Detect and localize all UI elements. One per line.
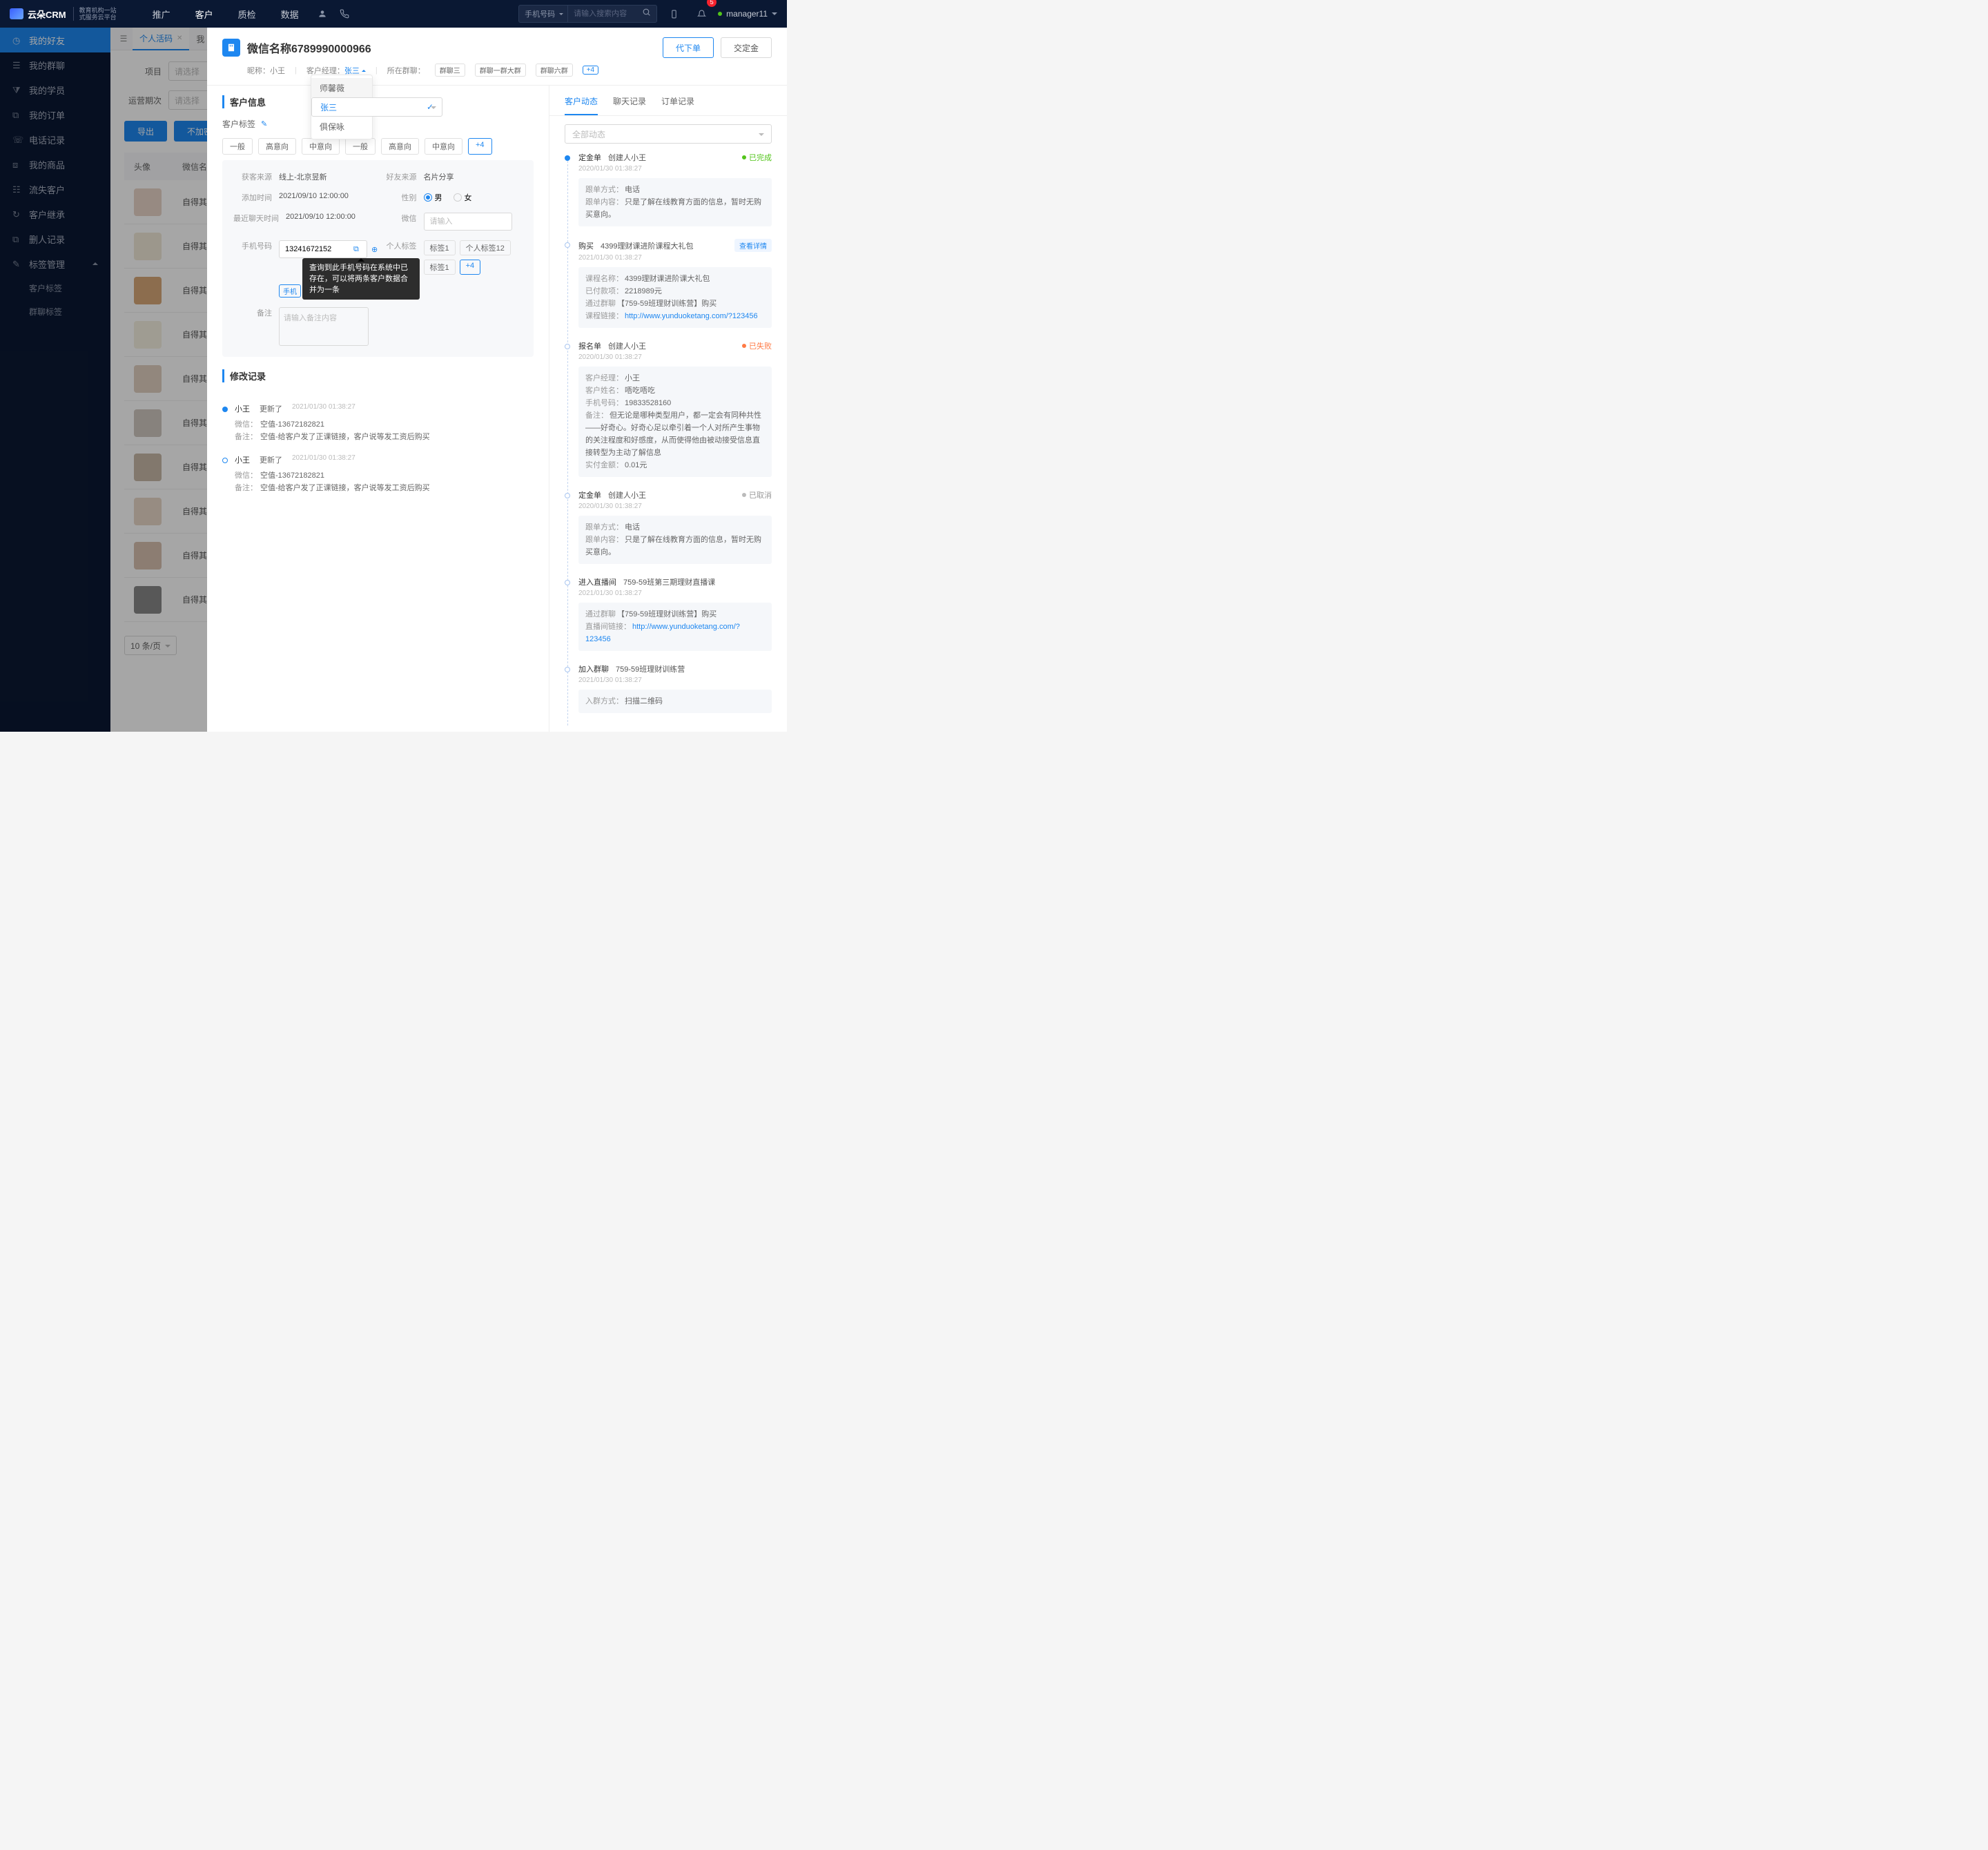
group-pill[interactable]: 群聊一群大群 <box>475 64 526 77</box>
order-button[interactable]: 代下单 <box>663 37 714 58</box>
timeline-item: 定金单创建人小王已取消 2020/01/30 01:38:27 跟单方式：电话跟… <box>565 489 772 564</box>
drawer-left: 客户信息 客户标签✎ 一般高意向中意向一般高意向中意向+4 获客来源线上-北京昱… <box>207 86 549 732</box>
user-name: manager11 <box>726 9 768 19</box>
wx-input[interactable] <box>424 213 512 231</box>
rtab-orders[interactable]: 订单记录 <box>661 95 694 115</box>
mobile-icon[interactable] <box>663 0 685 28</box>
timeline-item: 定金单创建人小王已完成 2020/01/30 01:38:27 跟单方式：电话跟… <box>565 152 772 226</box>
phone-pill[interactable]: 手机 <box>279 284 301 298</box>
personal-tag[interactable]: 标签1 <box>424 260 456 275</box>
timeline-dot <box>222 407 228 412</box>
logo-text: 云朵CRM <box>28 8 66 21</box>
customer-tag[interactable]: 一般 <box>222 138 253 155</box>
manager-dropdown-menu: 师馨薇 张三✓ 俱保咏 <box>311 75 373 139</box>
chevron-down-icon <box>772 12 777 18</box>
status-dot <box>718 12 722 16</box>
dd-item[interactable]: 俱保咏 <box>311 117 372 136</box>
personal-tag[interactable]: 个人标签12 <box>460 240 511 255</box>
logo: 云朵CRM 教育机构一站式服务云平台 <box>0 7 126 21</box>
notification-badge: 5 <box>707 0 717 7</box>
timeline-dot <box>565 580 570 585</box>
customer-drawer: 微信名称6789990000966 代下单 交定金 昵称：小王 | 客户经理：张… <box>207 28 787 732</box>
timeline-dot <box>565 242 570 248</box>
phone-tooltip: 查询到此手机号码在系统中已存在，可以将两条客户数据合并为一条 <box>302 258 420 300</box>
search-type-select[interactable]: 手机号码 <box>518 5 567 23</box>
search-icon[interactable] <box>642 8 654 20</box>
customer-tag[interactable]: 高意向 <box>381 138 419 155</box>
timeline-dot <box>222 458 228 463</box>
person-icon[interactable] <box>311 0 333 28</box>
link[interactable]: http://www.yunduoketang.com/?123456 <box>625 312 758 320</box>
top-nav: 推广 客户 质检 数据 <box>140 0 311 28</box>
customer-tag[interactable]: 一般 <box>345 138 376 155</box>
search-area: 手机号码 <box>518 5 654 23</box>
history-item: 小王更新了2021/01/30 01:38:27微信：空值-1367218282… <box>222 454 534 493</box>
timeline-dot <box>565 344 570 349</box>
tag-more[interactable]: +4 <box>468 138 492 155</box>
deposit-button[interactable]: 交定金 <box>721 37 772 58</box>
topbar: 云朵CRM 教育机构一站式服务云平台 推广 客户 质检 数据 手机号码 5 ma… <box>0 0 787 28</box>
info-grid: 获客来源线上-北京昱新 好友来源名片分享 添加时间2021/09/10 12:0… <box>222 160 534 357</box>
timeline-dot <box>565 667 570 672</box>
timeline-item: 购买4399理财课进阶课程大礼包查看详情 2021/01/30 01:38:27… <box>565 239 772 328</box>
nav-customer[interactable]: 客户 <box>183 0 226 28</box>
timeline-dot <box>565 155 570 161</box>
timeline-item: 进入直播间759-59班第三期理财直播课 2021/01/30 01:38:27… <box>565 576 772 651</box>
logo-subtitle: 教育机构一站式服务云平台 <box>73 7 117 21</box>
customer-tag[interactable]: 中意向 <box>425 138 462 155</box>
timeline-dot <box>565 493 570 498</box>
customer-tag[interactable]: 中意向 <box>302 138 340 155</box>
drawer-right: 客户动态 聊天记录 订单记录 全部动态 定金单创建人小王已完成 2020/01/… <box>549 86 787 732</box>
bell-icon[interactable]: 5 <box>690 0 712 28</box>
rtab-activity[interactable]: 客户动态 <box>565 95 598 115</box>
check-icon: ✓ <box>427 102 433 112</box>
nav-promo[interactable]: 推广 <box>140 0 183 28</box>
group-pill[interactable]: 群聊三 <box>435 64 465 77</box>
user-menu[interactable]: manager11 <box>718 9 777 19</box>
remark-textarea[interactable]: 请输入备注内容 <box>279 307 369 346</box>
personal-tag[interactable]: 标签1 <box>424 240 456 255</box>
section-history: 修改记录 <box>222 369 534 382</box>
timeline-item: 加入群聊759-59班理财训练营 2021/01/30 01:38:27 入群方… <box>565 663 772 713</box>
dd-item[interactable]: 张三✓ <box>311 97 442 117</box>
group-pill[interactable]: 群聊六群 <box>536 64 573 77</box>
drawer-title: 微信名称6789990000966 <box>247 39 371 56</box>
rtab-chat[interactable]: 聊天记录 <box>613 95 646 115</box>
ptag-more[interactable]: +4 <box>460 260 481 275</box>
customer-tag[interactable]: 高意向 <box>258 138 296 155</box>
activity-timeline: 定金单创建人小王已完成 2020/01/30 01:38:27 跟单方式：电话跟… <box>549 152 787 732</box>
nav-data[interactable]: 数据 <box>269 0 311 28</box>
locate-icon[interactable]: ⊕ <box>371 245 378 254</box>
activity-filter[interactable]: 全部动态 <box>565 124 772 144</box>
timeline-item: 报名单创建人小王已失败 2020/01/30 01:38:27 客户经理：小王客… <box>565 340 772 477</box>
dd-item[interactable]: 师馨薇 <box>311 78 372 97</box>
customer-tags-label: 客户标签 <box>222 118 255 130</box>
history-item: 小王更新了2021/01/30 01:38:27微信：空值-1367218282… <box>222 403 534 442</box>
edit-icon[interactable]: ✎ <box>261 119 267 128</box>
view-detail[interactable]: 查看详情 <box>734 239 772 252</box>
drawer-header: 微信名称6789990000966 代下单 交定金 昵称：小王 | 客户经理：张… <box>207 28 787 86</box>
nav-qc[interactable]: 质检 <box>226 0 269 28</box>
duplicate-icon[interactable]: ⧉ <box>353 245 359 254</box>
radio-male[interactable]: 男 <box>424 192 442 203</box>
group-more[interactable]: +4 <box>583 66 598 75</box>
building-icon <box>222 39 240 57</box>
phone-icon[interactable] <box>333 0 355 28</box>
logo-icon <box>10 8 23 19</box>
radio-female[interactable]: 女 <box>454 192 472 203</box>
